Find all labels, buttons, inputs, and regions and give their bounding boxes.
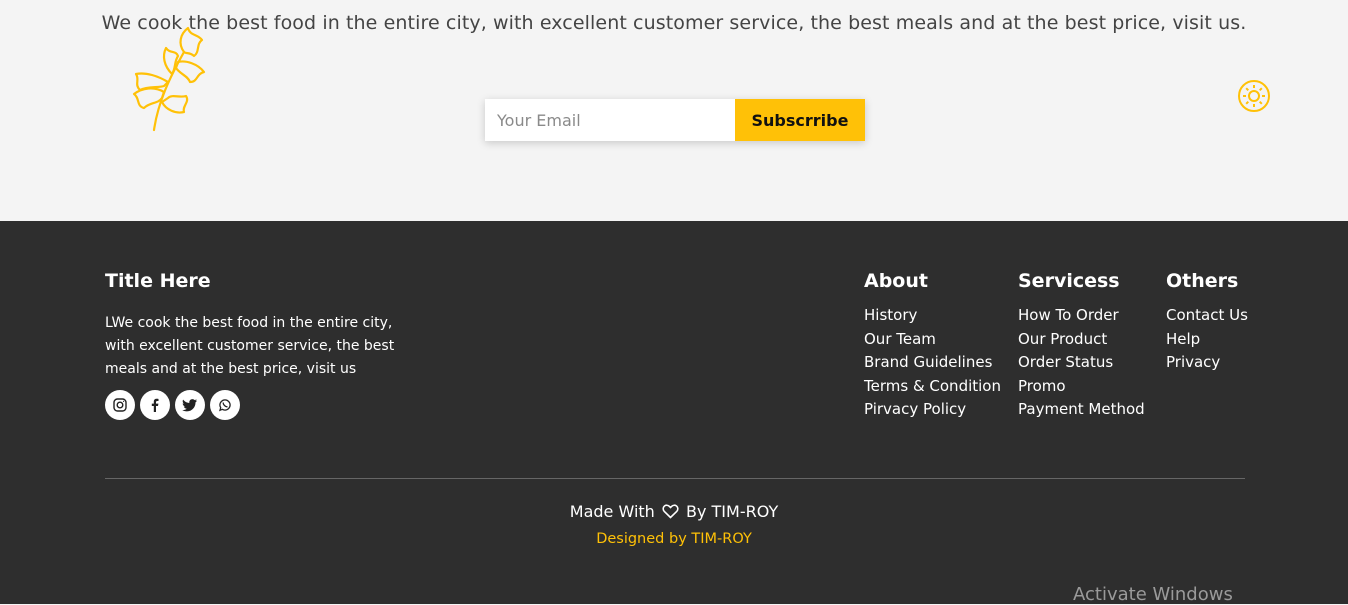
footer-link-our-product[interactable]: Our Product: [1018, 328, 1145, 352]
instagram-link[interactable]: [105, 390, 135, 420]
social-links: [105, 390, 405, 420]
footer-link-brand-guidelines[interactable]: Brand Guidelines: [864, 351, 1001, 375]
footer-about-heading: About: [864, 270, 928, 292]
footer-services-heading: Servicess: [1018, 270, 1120, 292]
twitter-link[interactable]: [175, 390, 205, 420]
footer-link-terms[interactable]: Terms & Condition: [864, 375, 1001, 399]
footer-link-our-team[interactable]: Our Team: [864, 328, 1001, 352]
footer-brand: Title Here LWe cook the best food in the…: [105, 270, 405, 420]
whatsapp-icon: [219, 399, 231, 412]
footer-link-privacy[interactable]: Privacy: [1166, 351, 1248, 375]
footer-brand-title: Title Here: [105, 270, 211, 292]
footer-divider: [105, 478, 1245, 479]
made-with-prefix: Made With: [569, 502, 655, 521]
footer-link-order-status[interactable]: Order Status: [1018, 351, 1145, 375]
heart-icon: [662, 504, 679, 519]
footer-link-history[interactable]: History: [864, 304, 1001, 328]
whatsapp-link[interactable]: [210, 390, 240, 420]
footer-col-services: Servicess How To Order Our Product Order…: [1018, 270, 1145, 422]
footer-link-promo[interactable]: Promo: [1018, 375, 1145, 399]
footer-link-payment-method[interactable]: Payment Method: [1018, 398, 1145, 422]
footer-col-about: About History Our Team Brand Guidelines …: [864, 270, 1001, 422]
made-with-credit: Made With By TIM-ROY: [0, 502, 1348, 521]
footer-link-help[interactable]: Help: [1166, 328, 1248, 352]
footer-link-privacy-policy[interactable]: Pirvacy Policy: [864, 398, 1001, 422]
subscribe-form: Subscrribe: [485, 99, 865, 141]
footer-link-contact-us[interactable]: Contact Us: [1166, 304, 1248, 328]
parsley-leaf-icon: [132, 26, 206, 132]
made-with-suffix: By TIM-ROY: [686, 502, 779, 521]
footer-col-others: Others Contact Us Help Privacy: [1166, 270, 1248, 375]
designed-by-credit: Designed by TIM-ROY: [596, 531, 752, 547]
windows-activation-watermark: Activate Windows: [1073, 584, 1233, 605]
email-input[interactable]: [485, 99, 735, 141]
twitter-icon: [182, 399, 197, 412]
footer-link-how-to-order[interactable]: How To Order: [1018, 304, 1145, 328]
instagram-icon: [113, 398, 127, 412]
subscribe-button[interactable]: Subscrribe: [735, 99, 865, 141]
facebook-icon: [151, 398, 159, 412]
facebook-link[interactable]: [140, 390, 170, 420]
footer-others-heading: Others: [1166, 270, 1239, 292]
newsletter-section: We cook the best food in the entire city…: [0, 0, 1348, 221]
site-footer: Title Here LWe cook the best food in the…: [0, 221, 1348, 605]
footer-brand-description: LWe cook the best food in the entire cit…: [105, 315, 395, 377]
sun-icon: [1238, 80, 1270, 112]
